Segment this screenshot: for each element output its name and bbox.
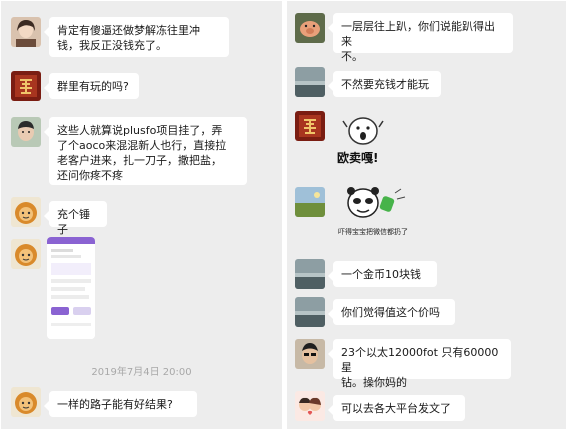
avatar-lion-cartoon[interactable] <box>11 387 41 417</box>
avatar-landscape[interactable] <box>295 259 325 289</box>
avatar-landscape[interactable] <box>295 67 325 97</box>
avatar-landscape[interactable] <box>295 297 325 327</box>
avatar-red-emblem[interactable] <box>295 111 325 141</box>
chat-bubble[interactable]: 这些人就算说plusfo项目挂了，弄 了个aoco来混混新人也行，直接拉 老客户… <box>44 117 247 185</box>
avatar-lion-cartoon[interactable] <box>11 239 41 269</box>
chat-bubble[interactable]: 充个锤子 <box>44 201 107 236</box>
chat-bubble[interactable]: 23个以太12000fot 只有60000星 钻。操你妈的 <box>328 339 511 389</box>
avatar-pig-cartoon[interactable] <box>295 13 325 43</box>
avatar-red-emblem[interactable] <box>11 71 41 101</box>
chat-bubble[interactable]: 一样的路子能有好结果? <box>44 391 197 417</box>
message-timestamp: 2019年7月4日 20:00 <box>91 367 192 378</box>
avatar-field-photo[interactable] <box>295 187 325 217</box>
chat-bubble[interactable]: 可以去各大平台发文了 <box>328 395 465 421</box>
sticker-text: 欧卖嘎! <box>337 151 379 165</box>
sticker-panda-throws-phone[interactable]: 吓得宝宝把微信都扔了 <box>327 183 419 241</box>
chat-bubble[interactable]: 一层层往上趴，你们说能趴得出来 不。 <box>328 13 513 63</box>
chat-bubble[interactable]: 肯定有傻逼还做梦解冻往里冲 钱，我反正没钱充了。 <box>44 17 229 57</box>
avatar-woman[interactable] <box>11 17 41 47</box>
right-chat-panel: 一层层往上趴，你们说能趴得出来 不。 不然要充钱才能玩 欧卖嘎! 吓得宝宝把微信… <box>287 1 566 429</box>
chat-bubble[interactable]: 你们觉得值这个价吗 <box>328 299 455 325</box>
left-chat-panel: 肯定有傻逼还做梦解冻往里冲 钱，我反正没钱充了。 群里有玩的吗? 这些人就算说p… <box>1 1 282 429</box>
avatar-lion-cartoon[interactable] <box>11 197 41 227</box>
chat-bubble[interactable]: 一个金币10块钱 <box>328 261 437 287</box>
sticker-oumaiga[interactable]: 欧卖嘎! <box>333 109 393 171</box>
chat-bubble[interactable]: 群里有玩的吗? <box>44 73 139 99</box>
shared-app-screenshot[interactable] <box>47 237 95 339</box>
avatar-man-sunglasses[interactable] <box>295 339 325 369</box>
sticker-caption: 吓得宝宝把微信都扔了 <box>338 228 408 236</box>
avatar-man[interactable] <box>11 117 41 147</box>
chat-bubble[interactable]: 不然要充钱才能玩 <box>328 71 441 97</box>
screenshot-collage: 肯定有傻逼还做梦解冻往里冲 钱，我反正没钱充了。 群里有玩的吗? 这些人就算说p… <box>0 0 567 430</box>
avatar-couple-cartoon[interactable] <box>295 391 325 421</box>
